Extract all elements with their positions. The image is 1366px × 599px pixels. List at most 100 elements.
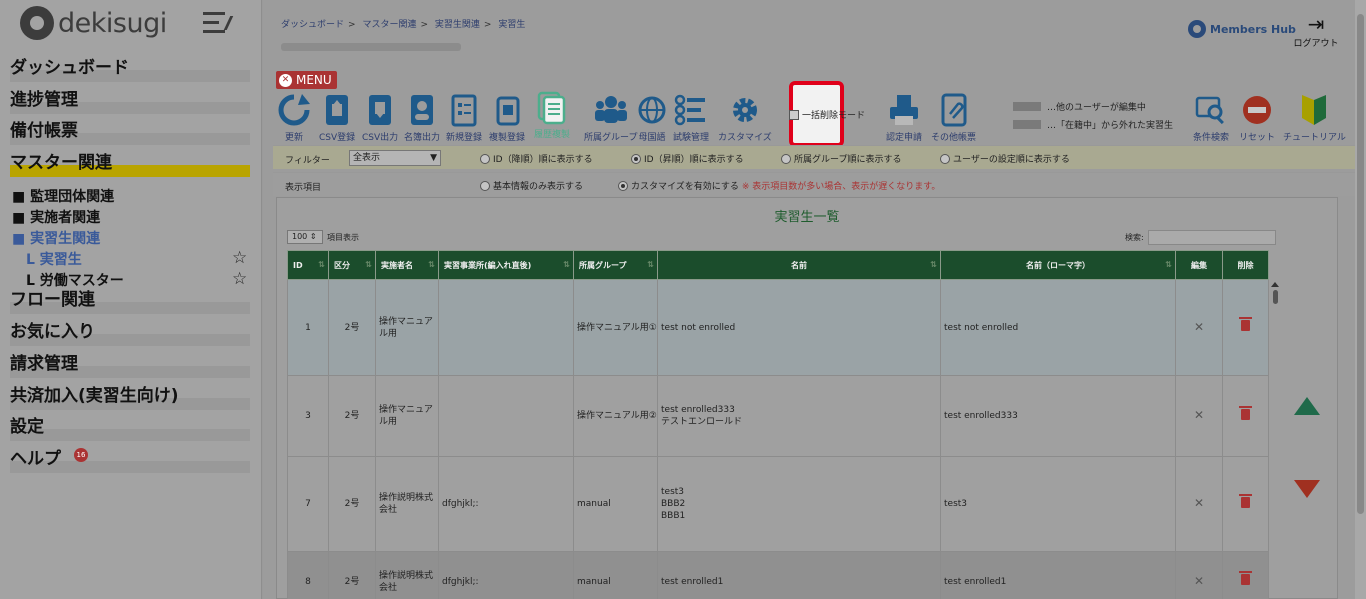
logout-button[interactable]: ⇥ ログアウト [1291,14,1341,49]
certification-application-button[interactable]: 認定申請 [886,92,922,143]
roster-export-button[interactable]: 名簿出力 [404,92,440,143]
edit-button[interactable]: ✕ [1175,279,1223,376]
sidebar: dekisugi ダッシュボード 進捗管理 備付帳票 マスター関連 ■ 監理団体… [0,0,262,599]
col-name-roman[interactable]: 名前（ローマ字） ⇅ [940,250,1176,280]
logo[interactable]: dekisugi [20,6,167,40]
exam-management-label: 試験管理 [673,133,710,143]
delete-button[interactable] [1222,456,1269,552]
nav-sub-implementer[interactable]: ■ 実施者関連 [12,207,100,227]
history-copy-button[interactable]: 履歴複製 [534,91,570,140]
cell-id: 7 [287,456,329,552]
delete-button[interactable] [1222,551,1269,599]
customize-button[interactable]: カスタマイズ [718,92,772,143]
members-hub-link[interactable]: Members Hub [1188,20,1296,38]
nav-help[interactable]: ヘルプ [0,449,250,473]
exam-management-button[interactable]: 試験管理 [673,92,709,143]
cell-group: manual [573,551,658,599]
per-page-select[interactable]: 100 ⇕ [287,230,323,244]
scroll-up-icon[interactable] [1271,282,1279,287]
wrench-icon: ✕ [1193,573,1205,588]
edit-button[interactable]: ✕ [1175,375,1223,457]
breadcrumb-master[interactable]: マスター関連 [362,20,416,30]
group-icon [594,96,627,123]
cell-name: test enrolled1 [657,551,941,599]
col-name[interactable]: 名前 ⇅ [657,250,941,280]
nav-mutual-aid[interactable]: 共済加入(実習生向け) [0,386,250,410]
reset-button[interactable]: リセット [1239,92,1275,143]
display-customize[interactable]: カスタマイズを有効にする ※ 表示項目数が多い場合、表示が遅くなります。 [618,179,940,192]
table-row[interactable]: 8 2号 操作説明株式会社 dfghjkl;: manual test enro… [287,551,1269,599]
page-scroll-thumb[interactable] [1357,14,1364,514]
nav-settings[interactable]: 設定 [0,417,250,441]
nav-favorites[interactable]: お気に入り [0,322,250,346]
scroll-thumb[interactable] [1272,290,1278,304]
bulk-delete-checkbox[interactable] [789,109,799,120]
filter-select[interactable]: 全表示 ▼ [349,150,441,166]
native-language-label: 母国語 [638,133,666,143]
star-icon[interactable]: ☆ [232,269,247,289]
scroll-bottom-arrow-icon[interactable] [1294,480,1320,498]
nav-dashboard[interactable]: ダッシュボード [0,58,250,82]
condition-search-button[interactable]: 条件検索 [1193,92,1229,143]
star-icon[interactable]: ☆ [232,248,247,268]
page-scrollbar[interactable] [1355,0,1366,599]
col-group[interactable]: 所属グループ ⇅ [573,250,658,280]
table-row[interactable]: 7 2号 操作説明株式会社 dfghjkl;: manual test3 BBB… [287,456,1269,552]
breadcrumb-trainee-rel[interactable]: 実習生関連 [435,20,480,30]
menu-collapse-icon[interactable] [203,12,235,34]
clip-doc-icon [941,93,966,127]
tutorial-button[interactable]: チュートリアル [1283,92,1346,143]
sort-id-desc[interactable]: ID（降順）順に表示する [480,152,593,165]
new-register-button[interactable]: 新規登録 [446,92,482,143]
nav-master[interactable]: マスター関連 [0,153,250,177]
col-office[interactable]: 実習事業所(編入れ直後) ⇅ [438,250,574,280]
col-implementer[interactable]: 実施者名 ⇅ [375,250,439,280]
table-row[interactable]: 1 2号 操作マニュアル用 操作マニュアル用① test not enrolle… [287,279,1269,376]
col-edit: 編集 [1175,250,1223,280]
nav-billing[interactable]: 請求管理 [0,354,250,378]
sort-user-setting[interactable]: ユーザーの設定順に表示する [940,152,1070,165]
delete-button[interactable] [1222,375,1269,457]
cell-name: test3 BBB2 BBB1 [657,456,941,552]
table-scrollbar[interactable] [1269,282,1281,592]
history-copy-icon [537,91,566,125]
search-icon [1195,96,1224,125]
nav-labor-master[interactable]: L 労働マスター [26,270,124,290]
cell-id: 8 [287,551,329,599]
cell-name-roman: test not enrolled [940,279,1176,376]
cell-name: test not enrolled [657,279,941,376]
nav-trainee[interactable]: L 実習生 [26,249,82,269]
nav-sub-trainee[interactable]: ■ 実習生関連 [12,228,100,248]
scroll-top-arrow-icon[interactable] [1294,397,1320,415]
cell-id: 3 [287,375,329,457]
trainee-list-panel: 実習生一覧 100 ⇕ 項目表示 検索: ID ⇅ 区分 ⇅ 実施者名 ⇅ 実習事業所… [276,197,1338,599]
bulk-delete-toggle[interactable]: 一括削除モード [789,108,865,121]
native-language-button[interactable]: 母国語 [635,92,669,143]
edit-button[interactable]: ✕ [1175,551,1223,599]
csv-import-button[interactable]: CSV登録 [319,92,355,143]
legend-left: …「在籍中」から外れた実習生 [1013,118,1173,131]
edit-button[interactable]: ✕ [1175,456,1223,552]
refresh-button[interactable]: 更新 [276,92,312,143]
nav-sub-supervisory[interactable]: ■ 監理団体関連 [12,186,114,206]
group-button[interactable]: 所属グループ [584,92,637,143]
col-kubun[interactable]: 区分 ⇅ [328,250,376,280]
menu-toggle-button[interactable]: ✕ MENU [276,71,337,89]
delete-button[interactable] [1222,279,1269,376]
breadcrumb-dashboard[interactable]: ダッシュボード [281,20,344,30]
sort-group[interactable]: 所属グループ順に表示する [781,152,901,165]
copy-register-button[interactable]: 複製登録 [489,92,525,143]
col-id[interactable]: ID ⇅ [287,250,329,280]
other-forms-button[interactable]: その他帳票 [931,92,976,143]
nav-progress[interactable]: 進捗管理 [0,90,250,114]
main-area: ダッシュボード > マスター関連 > 実習生関連 > 実習生 Members Hub … [263,0,1366,599]
display-basic[interactable]: 基本情報のみ表示する [480,179,583,192]
copy-register-label: 複製登録 [489,133,526,143]
search-input[interactable] [1147,230,1276,245]
nav-flow[interactable]: フロー関連 [0,290,250,314]
nav-ledger[interactable]: 備付帳票 [0,121,250,145]
sort-id-asc[interactable]: ID（昇順）順に表示する [631,152,744,165]
table-row[interactable]: 3 2号 操作マニュアル用 操作マニュアル用② test enrolled333… [287,375,1269,457]
csv-export-button[interactable]: CSV出力 [362,92,398,143]
chevron-down-icon: ▼ [430,153,437,163]
